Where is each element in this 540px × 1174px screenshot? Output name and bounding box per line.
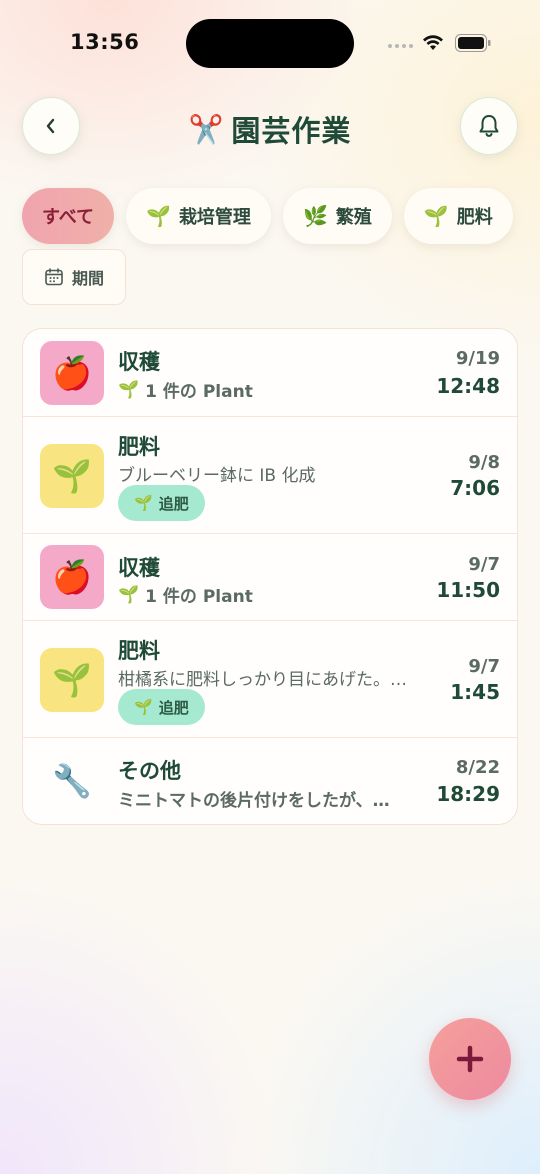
filter-chip-propagation[interactable]: 🌿 繁殖: [282, 188, 392, 244]
tag-badge[interactable]: 🌱 追肥: [118, 485, 205, 521]
seedling-icon: 🌱: [423, 204, 449, 228]
bell-icon: [479, 115, 499, 137]
apple-icon: 🍎: [40, 545, 104, 609]
battery-icon: [455, 34, 491, 52]
filter-chip-all[interactable]: すべて: [22, 188, 115, 244]
chip-label: 繁殖: [335, 207, 372, 228]
chip-label: すべて: [42, 207, 95, 228]
list-item[interactable]: 🌱 肥料 柑橘系に肥料しっかり目にあげた。… 🌱 追肥 9/7 1:45: [23, 621, 517, 738]
entry-date: 9/8: [468, 452, 500, 473]
dynamic-island: [186, 19, 354, 68]
signal-icon: [388, 44, 413, 48]
seedling-icon: 🌱: [146, 204, 171, 228]
tag-badge[interactable]: 🌱 追肥: [118, 689, 205, 725]
add-entry-button[interactable]: [429, 1018, 511, 1100]
herb-icon: 🌿: [302, 204, 328, 228]
list-item[interactable]: 🍎 収穫 🌱 1 件の Plant 9/19 12:48: [23, 329, 517, 417]
status-bar: 13:56: [0, 0, 540, 90]
wrench-icon: 🔧: [52, 762, 92, 800]
filter-chip-cultivation[interactable]: 🌱 栽培管理: [126, 188, 271, 244]
entry-date: 9/7: [468, 554, 500, 575]
wifi-icon: [423, 35, 443, 50]
entry-title: 収穫: [118, 556, 160, 580]
entry-time: 18:29: [436, 782, 500, 806]
list-item[interactable]: 🌱 肥料 ブルーベリー鉢に IB 化成 🌱 追肥 9/8 7:06: [23, 417, 517, 534]
entry-subtitle: 柑橘系に肥料しっかり目にあげた。…: [118, 670, 407, 690]
seedling-icon: 🌱: [118, 379, 140, 400]
entry-subtitle: 🌱 1 件の Plant: [118, 584, 253, 608]
notifications-button[interactable]: [460, 97, 518, 155]
entry-date: 9/7: [468, 656, 500, 677]
page-title: ✂️ 園芸作業: [0, 108, 540, 150]
list-item[interactable]: 🍎 収穫 🌱 1 件の Plant 9/7 11:50: [23, 534, 517, 621]
seedling-icon: 🌱: [40, 444, 104, 508]
entry-time: 1:45: [450, 680, 500, 704]
entry-time: 12:48: [436, 374, 500, 398]
period-filter-button[interactable]: 期間: [22, 249, 126, 305]
entry-title: 肥料: [118, 639, 160, 663]
entry-subtitle: 🌱 1 件の Plant: [118, 379, 253, 403]
entry-subtitle: ブルーベリー鉢に IB 化成: [118, 466, 316, 486]
chip-label: 肥料: [456, 207, 493, 228]
chip-label: 栽培管理: [178, 207, 251, 228]
calendar-icon: [45, 268, 63, 286]
filter-chips: すべて 🌱 栽培管理 🌿 繁殖 🌱 肥料: [22, 188, 513, 244]
apple-icon: 🍎: [40, 341, 104, 405]
seedling-icon: 🌱: [118, 584, 140, 605]
entry-title: 収穫: [118, 350, 160, 374]
entry-subtitle: ミニトマトの後片付けをしたが、…: [118, 791, 390, 811]
seedling-icon: 🌱: [134, 698, 153, 716]
entry-title: その他: [118, 759, 181, 783]
seedling-icon: 🌱: [40, 648, 104, 712]
entry-date: 8/22: [455, 757, 500, 778]
entry-time: 11:50: [436, 578, 500, 602]
entry-date: 9/19: [455, 348, 500, 369]
page-title-text: 園芸作業: [231, 114, 352, 148]
entry-title: 肥料: [118, 435, 160, 459]
entry-time: 7:06: [450, 476, 500, 500]
plus-icon: [456, 1045, 484, 1073]
activity-list: 🍎 収穫 🌱 1 件の Plant 9/19 12:48 🌱 肥料 ブルーベリー…: [22, 328, 518, 825]
seedling-icon: 🌱: [134, 494, 153, 512]
period-label: 期間: [71, 269, 104, 288]
list-item[interactable]: 🔧 その他 ミニトマトの後片付けをしたが、… 8/22 18:29: [23, 738, 517, 824]
scissors-icon: ✂️: [188, 112, 224, 146]
status-time: 13:56: [70, 30, 140, 54]
filter-chip-fertilizer[interactable]: 🌱 肥料: [403, 188, 513, 244]
